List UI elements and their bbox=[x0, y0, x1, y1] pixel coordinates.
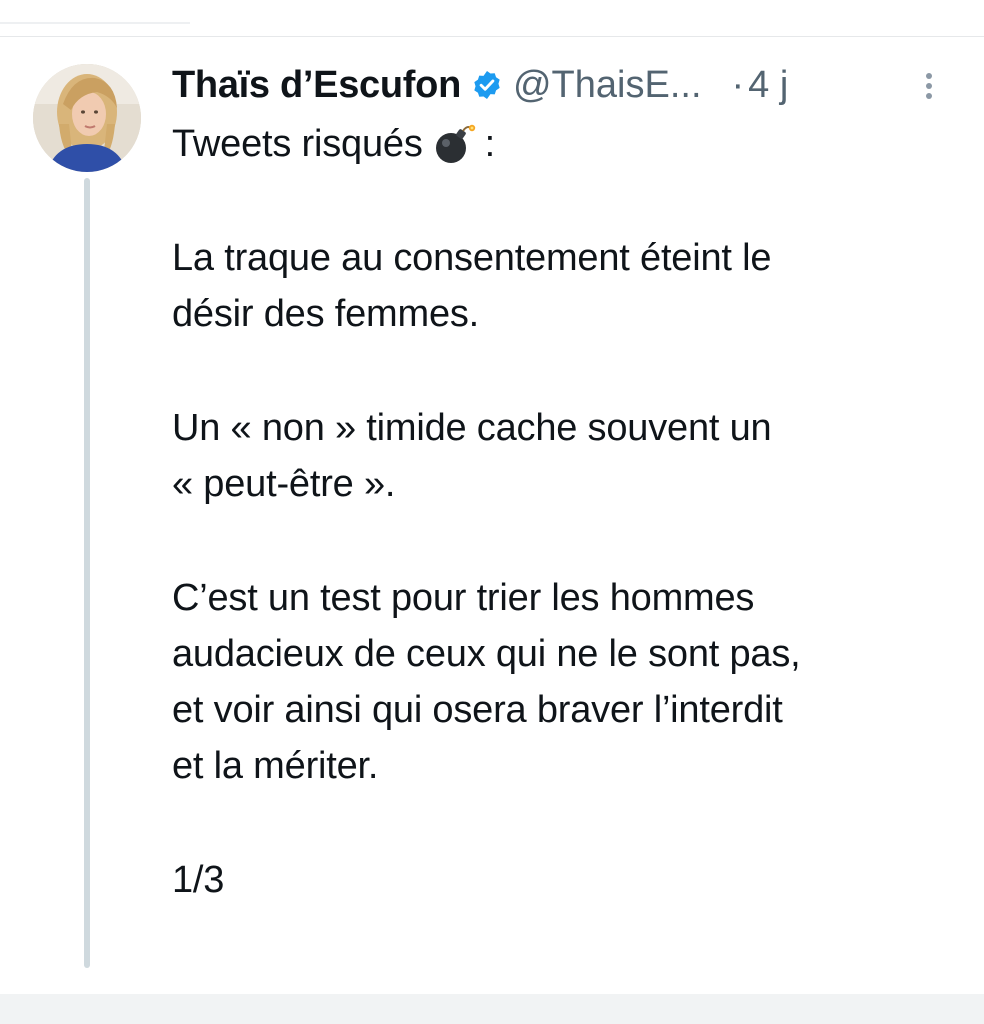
tweet-screenshot: Thaïs d’Escufon @ThaisE... · 4 j Tweets … bbox=[0, 0, 984, 1024]
top-divider bbox=[0, 0, 984, 37]
verified-badge-icon bbox=[471, 69, 503, 101]
header-separator: · bbox=[731, 63, 745, 106]
more-options-icon[interactable] bbox=[918, 66, 940, 106]
tweet-paragraph-1: La traque au consentement éteint le dési… bbox=[172, 237, 772, 335]
bottom-divider bbox=[0, 994, 984, 1024]
tweet-text: Tweets risqués : La traque au consenteme… bbox=[172, 116, 962, 908]
bomb-icon bbox=[429, 122, 479, 166]
tweet-timestamp[interactable]: 4 j bbox=[748, 64, 788, 107]
tweet-lead-line: Tweets risqués : bbox=[172, 116, 962, 172]
tweet-paragraph-3: C’est un test pour trier les hommes auda… bbox=[172, 577, 801, 787]
avatar[interactable] bbox=[33, 64, 141, 172]
tweet-paragraph-2: Un « non » timide cache souvent un « peu… bbox=[172, 407, 772, 505]
avatar-photo bbox=[33, 64, 141, 172]
author-name[interactable]: Thaïs d’Escufon bbox=[172, 64, 461, 107]
tweet-header: Thaïs d’Escufon @ThaisE... · 4 j bbox=[172, 60, 962, 110]
author-handle[interactable]: @ThaisE... bbox=[513, 64, 702, 107]
thread-counter: 1/3 bbox=[172, 859, 225, 901]
tweet-lead-suffix: : bbox=[484, 123, 496, 165]
tweet-lead-text: Tweets risqués bbox=[172, 123, 423, 165]
top-divider-accent bbox=[0, 22, 190, 24]
thread-connector-line bbox=[84, 178, 90, 968]
